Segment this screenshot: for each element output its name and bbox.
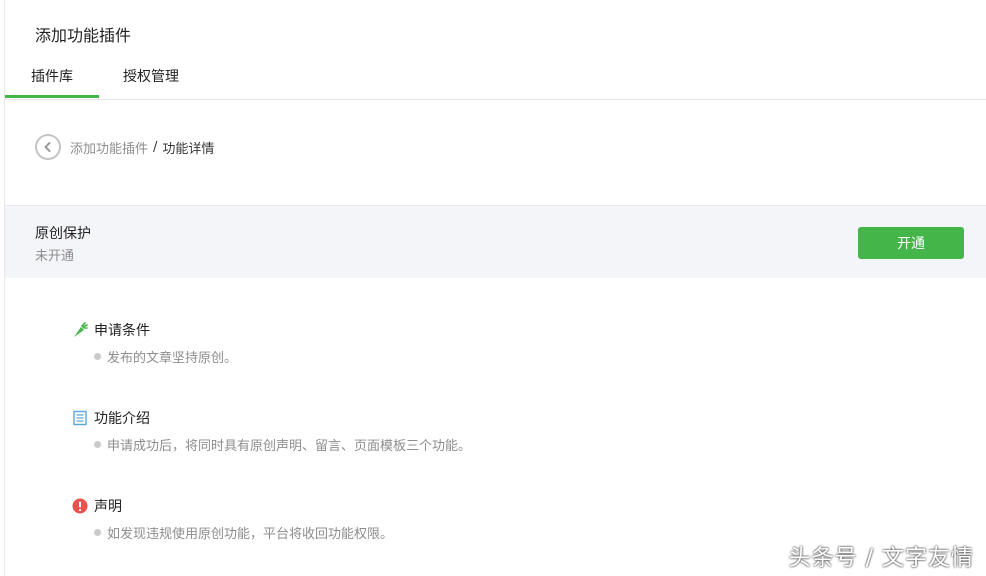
list-item: 发布的文章坚持原创。: [94, 347, 237, 366]
list-item: 如发现违规使用原创功能，平台将收回功能权限。: [94, 523, 393, 542]
chevron-left-icon: [44, 142, 51, 152]
section-header: 申请条件: [72, 320, 237, 340]
plugin-status: 未开通: [35, 249, 75, 264]
list-item: 申请成功后，将同时具有原创声明、留言、页面模板三个功能。: [94, 435, 471, 454]
section-requirements: 申请条件 发布的文章坚持原创。: [72, 320, 237, 366]
bullet-dot: [94, 441, 101, 448]
bullet-dot: [94, 529, 101, 536]
carrot-icon: [72, 322, 88, 338]
tab-bar: 插件库 授权管理: [5, 62, 986, 100]
breadcrumb-separator: /: [153, 139, 158, 155]
section-declaration: 声明 如发现违规使用原创功能，平台将收回功能权限。: [72, 496, 393, 542]
section-header: 功能介绍: [72, 408, 471, 428]
warning-icon: [72, 498, 88, 514]
list-item-text: 申请成功后，将同时具有原创声明、留言、页面模板三个功能。: [107, 439, 472, 454]
section-title: 声明: [94, 499, 122, 515]
bullet-dot: [94, 353, 101, 360]
document-icon: [72, 410, 88, 426]
tab-plugin-library[interactable]: 插件库: [5, 62, 99, 98]
section-title: 功能介绍: [94, 411, 150, 427]
section-feature-intro: 功能介绍 申请成功后，将同时具有原创声明、留言、页面模板三个功能。: [72, 408, 471, 454]
plugin-header: 原创保护 未开通 开通: [5, 205, 986, 278]
list-item-text: 发布的文章坚持原创。: [107, 351, 238, 366]
list-item-text: 如发现违规使用原创功能，平台将收回功能权限。: [107, 527, 394, 542]
breadcrumb-parent-link[interactable]: 添加功能插件: [70, 138, 148, 157]
page-title: 添加功能插件: [35, 26, 132, 45]
section-title: 申请条件: [94, 323, 150, 339]
watermark: 头条号 / 文字友情: [788, 546, 974, 571]
breadcrumb: 添加功能插件 / 功能详情: [35, 133, 214, 161]
back-button[interactable]: [35, 134, 61, 160]
section-header: 声明: [72, 496, 393, 516]
tab-authorization-management[interactable]: 授权管理: [121, 62, 181, 98]
plugin-name: 原创保护: [35, 226, 91, 242]
breadcrumb-current: 功能详情: [162, 141, 215, 157]
activate-button[interactable]: 开通: [858, 227, 964, 259]
